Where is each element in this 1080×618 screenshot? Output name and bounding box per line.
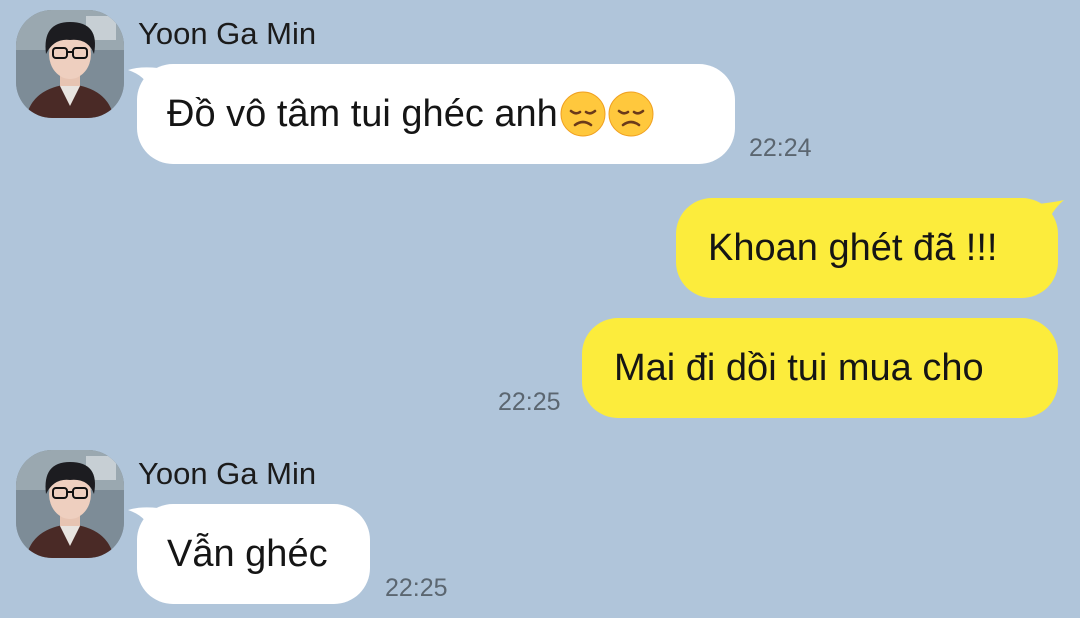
message-bubble[interactable]: Vẫn ghéc — [137, 504, 370, 604]
profile-photo-icon — [16, 450, 124, 558]
disappointed-face-icon — [560, 91, 606, 137]
sender-name: Yoon Ga Min — [138, 456, 317, 491]
chat-area[interactable]: Yoon Ga Min Đồ vô tâm tui ghéc anh 22:24… — [0, 0, 1080, 618]
message-text: Đồ vô tâm tui ghéc anh — [167, 92, 558, 135]
message-text: Mai đi dồi tui mua cho — [614, 346, 984, 389]
timestamp: 22:25 — [498, 388, 561, 416]
disappointed-face-icon — [608, 91, 654, 137]
message-text: Khoan ghét đã !!! — [708, 226, 998, 269]
timestamp: 22:25 — [385, 574, 448, 602]
sender-name: Yoon Ga Min — [138, 16, 317, 51]
message-bubble[interactable]: Khoan ghét đã !!! — [676, 198, 1058, 298]
message-bubble[interactable]: Mai đi dồi tui mua cho — [582, 318, 1058, 418]
profile-photo-icon — [16, 10, 124, 118]
timestamp: 22:24 — [749, 134, 812, 162]
message-text: Vẫn ghéc — [167, 532, 328, 575]
message-bubble[interactable]: Đồ vô tâm tui ghéc anh — [137, 64, 735, 164]
bubble-tail — [1038, 200, 1068, 226]
avatar[interactable] — [16, 10, 124, 118]
avatar[interactable] — [16, 450, 124, 558]
